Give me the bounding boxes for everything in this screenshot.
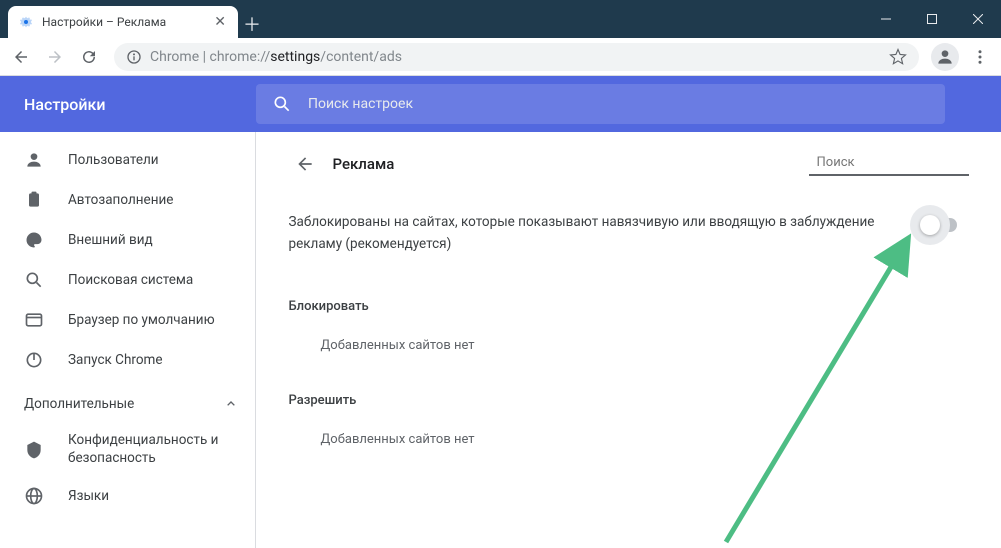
block-section-label: Блокировать [289,275,969,322]
address-bar[interactable]: Chrome | chrome://settings/content/ads [114,43,919,71]
settings-sidebar: Пользователи Автозаполнение Внешний вид … [0,132,256,548]
panel-search-input[interactable] [817,155,983,170]
sidebar-item-label: Запуск Chrome [68,352,163,368]
sidebar-item-label: Автозаполнение [68,192,173,208]
close-window-button[interactable] [955,0,1001,38]
allow-empty-text: Добавленных сайтов нет [289,416,969,463]
sidebar-item-appearance[interactable]: Внешний вид [0,220,255,260]
palette-icon [24,230,44,250]
sidebar-item-default-browser[interactable]: Браузер по умолчанию [0,300,255,340]
power-icon [24,350,44,370]
window-titlebar: Настройки – Реклама ✕ ＋ [0,0,1001,38]
toggle-knob [920,215,940,235]
shield-icon [24,440,44,460]
sidebar-item-people[interactable]: Пользователи [0,140,255,180]
clipboard-icon [24,190,44,210]
bookmark-star-icon[interactable] [889,48,907,66]
reload-button[interactable] [74,42,104,72]
browser-toolbar: Chrome | chrome://settings/content/ads [0,38,1001,76]
globe-icon [24,486,44,506]
sidebar-item-label: Внешний вид [68,232,153,248]
sidebar-item-privacy[interactable]: Конфиденциальность и безопасность [0,424,255,476]
window-icon [24,310,44,330]
tab-title: Настройки – Реклама [42,15,212,29]
person-icon [24,150,44,170]
sidebar-item-label: Поисковая система [68,272,193,288]
sidebar-item-search[interactable]: Поисковая система [0,260,255,300]
minimize-button[interactable] [863,0,909,38]
browser-menu-button[interactable] [965,42,995,72]
sidebar-item-label: Конфиденциальность и безопасность [68,432,239,467]
sidebar-advanced-toggle[interactable]: Дополнительные [0,384,255,424]
forward-button[interactable] [40,42,70,72]
new-tab-button[interactable]: ＋ [238,10,266,38]
sidebar-advanced-label: Дополнительные [24,396,134,412]
settings-header: Настройки [0,76,1001,132]
sidebar-item-label: Языки [68,488,109,504]
sidebar-item-autofill[interactable]: Автозаполнение [0,180,255,220]
window-controls [863,0,1001,38]
settings-search-box[interactable] [256,84,945,124]
settings-brand: Настройки [0,95,256,114]
block-empty-text: Добавленных сайтов нет [289,322,969,369]
ads-main-setting-row: Заблокированы на сайтах, которые показыв… [289,196,969,275]
search-icon [272,94,292,114]
browser-tab[interactable]: Настройки – Реклама ✕ [8,6,238,38]
panel-search[interactable] [809,152,969,176]
allow-section-label: Разрешить [289,369,969,416]
sidebar-item-onstartup[interactable]: Запуск Chrome [0,340,255,380]
panel-header: Реклама [289,132,969,196]
sidebar-item-label: Пользователи [68,152,159,168]
settings-content: Реклама Заблокированы на сайтах, которые… [256,132,1001,548]
back-button[interactable] [6,42,36,72]
panel-title: Реклама [333,155,395,173]
ads-toggle[interactable] [923,218,957,232]
chevron-up-icon [223,396,239,412]
sidebar-item-languages[interactable]: Языки [0,476,255,516]
maximize-button[interactable] [909,0,955,38]
url-text: Chrome | chrome://settings/content/ads [150,49,402,65]
sidebar-item-label: Браузер по умолчанию [68,312,215,328]
close-icon[interactable]: ✕ [212,14,228,30]
gear-icon [18,14,34,30]
ads-main-setting-text: Заблокированы на сайтах, которые показыв… [289,212,923,255]
panel-back-button[interactable] [289,148,321,180]
site-info-icon[interactable] [126,49,142,65]
settings-search-input[interactable] [308,96,929,112]
search-icon [24,270,44,290]
profile-avatar[interactable] [931,43,959,71]
